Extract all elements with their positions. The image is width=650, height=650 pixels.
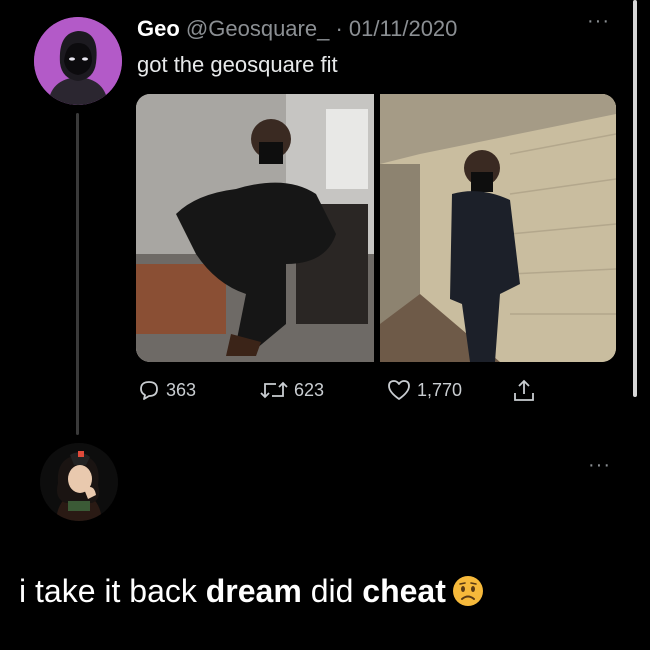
comment-icon: [140, 381, 158, 400]
reply-more-options-icon[interactable]: ···: [588, 455, 611, 475]
share-button[interactable]: [512, 378, 536, 404]
tweet-date[interactable]: 01/11/2020: [349, 16, 457, 41]
user-handle[interactable]: @Geosquare_: [186, 16, 329, 41]
reply-bold-word-1: dream: [205, 573, 302, 609]
profile-picture-icon: [40, 443, 118, 521]
tweet-media-grid[interactable]: [136, 94, 616, 362]
share-icon: [514, 379, 534, 401]
tweet-action-bar: 363 623 1,770: [0, 378, 650, 408]
retweet-count: 623: [294, 379, 325, 400]
author-avatar[interactable]: [34, 17, 122, 105]
like-button[interactable]: 1,770: [386, 378, 462, 402]
reply-text-part-1: i take it back: [19, 573, 206, 609]
hooded-figure-icon: [34, 17, 122, 105]
more-options-icon[interactable]: ···: [587, 11, 610, 31]
reply-text: i take it back dream did cheat: [19, 573, 484, 615]
worried-face-icon: [452, 575, 484, 615]
retweet-icon: [260, 381, 288, 399]
reply-button[interactable]: 363: [137, 378, 196, 402]
display-name[interactable]: Geo: [137, 16, 180, 41]
retweet-button[interactable]: 623: [259, 378, 324, 402]
tweet-photo-1[interactable]: [136, 94, 374, 362]
like-count: 1,770: [417, 379, 463, 400]
reply-text-part-2: did: [301, 573, 363, 609]
tweet-photo-2[interactable]: [380, 94, 616, 362]
tweet-text: got the geosquare fit: [137, 52, 338, 77]
reply-count: 363: [166, 379, 197, 400]
scrollbar[interactable]: [633, 0, 637, 397]
reply-avatar[interactable]: [40, 443, 118, 521]
heart-icon: [388, 380, 410, 400]
reply-bold-word-2: cheat: [362, 573, 446, 609]
tweet-header: Geo @Geosquare_ · 01/11/2020: [137, 16, 457, 42]
separator-dot: ·: [335, 16, 343, 41]
